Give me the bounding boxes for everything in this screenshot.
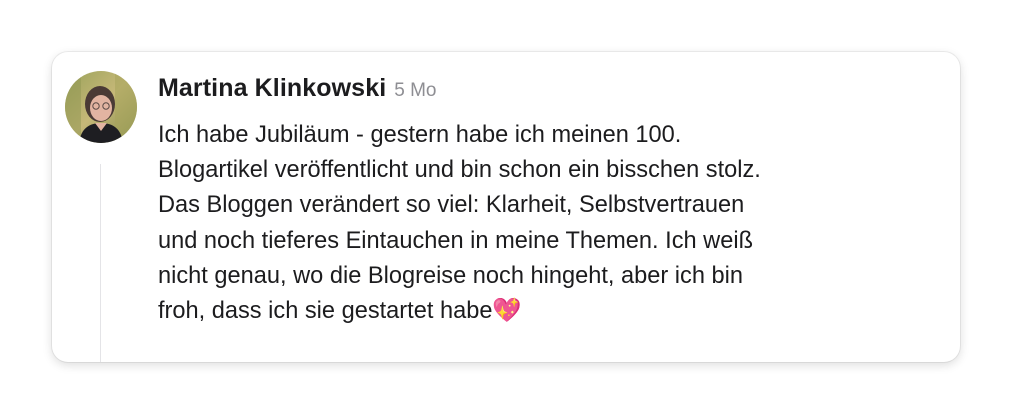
author-name[interactable]: Martina Klinkowski bbox=[158, 74, 386, 103]
avatar[interactable] bbox=[65, 71, 137, 143]
comment-content: Martina Klinkowski 5 Mo Ich habe Jubiläu… bbox=[158, 74, 948, 329]
comment-text: Ich habe Jubiläum - gestern habe ich mei… bbox=[158, 122, 761, 325]
comment-header: Martina Klinkowski 5 Mo bbox=[158, 74, 948, 110]
timestamp[interactable]: 5 Mo bbox=[394, 80, 436, 102]
comment-card: Martina Klinkowski 5 Mo Ich habe Jubiläu… bbox=[52, 52, 960, 362]
thread-line bbox=[100, 164, 101, 362]
